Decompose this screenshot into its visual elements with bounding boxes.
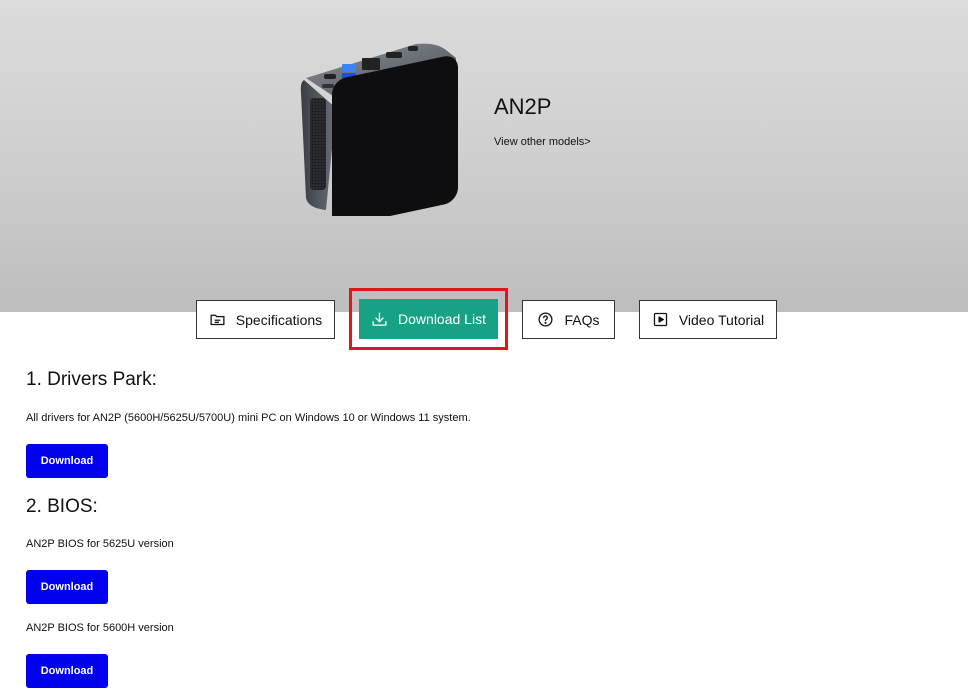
view-other-models-link[interactable]: View other models> (494, 136, 591, 148)
tab-label: Video Tutorial (678, 311, 765, 328)
tab-faqs[interactable]: FAQs (522, 300, 615, 339)
tab-label: Specifications (235, 311, 323, 328)
bios-5600h-download-button[interactable]: Download (26, 654, 108, 688)
download-icon (372, 311, 387, 326)
bios-5625u-description: AN2P BIOS for 5625U version (26, 538, 174, 550)
tab-video-tutorial[interactable]: Video Tutorial (639, 300, 777, 339)
bios-section-title: 2. BIOS: (26, 496, 98, 517)
tab-label: FAQs (564, 311, 600, 328)
bios-5600h-description: AN2P BIOS for 5600H version (26, 622, 174, 634)
mini-pc-image (300, 43, 458, 216)
question-circle-icon (538, 312, 553, 327)
drivers-download-button[interactable]: Download (26, 444, 108, 478)
tab-label: Download List (398, 311, 486, 327)
drivers-description: All drivers for AN2P (5600H/5625U/5700U)… (26, 412, 471, 424)
bios-5625u-download-button[interactable]: Download (26, 570, 108, 604)
folder-icon (210, 314, 225, 326)
product-hero: AN2P View other models> (0, 0, 968, 312)
product-title: AN2P (494, 94, 552, 119)
play-icon (653, 312, 667, 327)
tab-download-list[interactable]: Download List (359, 299, 498, 339)
tab-specifications[interactable]: Specifications (196, 300, 335, 339)
drivers-section-title: 1. Drivers Park: (26, 369, 157, 390)
